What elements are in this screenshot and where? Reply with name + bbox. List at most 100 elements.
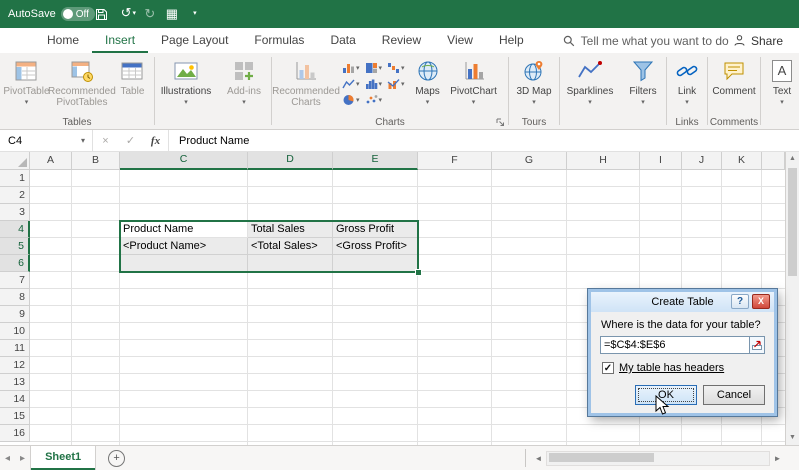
sparklines-button[interactable]: Sparklines ▾ xyxy=(562,55,618,106)
row-header-1[interactable]: 1 xyxy=(0,170,30,187)
row-header-5[interactable]: 5 xyxy=(0,238,30,255)
confirm-entry-button[interactable]: ✓ xyxy=(118,134,143,147)
cancel-button[interactable]: Cancel xyxy=(703,385,765,405)
table-button[interactable]: Table xyxy=(113,55,152,97)
scroll-down-button[interactable]: ▼ xyxy=(786,431,799,445)
insert-pie-chart-button[interactable]: ▾ xyxy=(341,93,361,107)
cell-D4[interactable]: Total Sales xyxy=(251,221,331,238)
cell-C4[interactable]: Product Name xyxy=(123,221,246,238)
scroll-right-button[interactable]: ► xyxy=(770,454,785,463)
insert-function-button[interactable]: fx xyxy=(143,135,168,147)
column-header-C[interactable]: C xyxy=(120,152,248,170)
name-box[interactable]: C4 xyxy=(0,135,74,147)
row-header-14[interactable]: 14 xyxy=(0,391,30,408)
undo-button[interactable]: ↺▾ xyxy=(117,0,139,30)
cell-E4[interactable]: Gross Profit xyxy=(336,221,416,238)
recommended-charts-button[interactable]: Recommended Charts xyxy=(274,55,338,108)
column-header-K[interactable]: K xyxy=(722,152,762,170)
cancel-entry-button[interactable]: × xyxy=(93,135,118,147)
headers-checkbox-label[interactable]: My table has headers xyxy=(619,362,724,374)
sheet-nav-right-icon[interactable]: ▸ xyxy=(15,453,30,464)
row-header-8[interactable]: 8 xyxy=(0,289,30,306)
insert-line-chart-button[interactable]: ▾ xyxy=(341,77,361,91)
formula-content[interactable]: Product Name xyxy=(169,135,249,147)
tab-help[interactable]: Help xyxy=(486,28,537,53)
headers-checkbox[interactable]: ✓ xyxy=(602,362,614,374)
row-header-2[interactable]: 2 xyxy=(0,187,30,204)
row-header-7[interactable]: 7 xyxy=(0,272,30,289)
autosave-pill[interactable]: Off xyxy=(61,7,95,21)
redo-button[interactable]: ↻ xyxy=(139,0,161,28)
pivotchart-button[interactable]: PivotChart ▾ xyxy=(447,55,501,106)
recommended-pivottables-button[interactable]: Recommended PivotTables xyxy=(51,55,113,108)
tab-data[interactable]: Data xyxy=(317,28,368,53)
pivottable-button[interactable]: PivotTable ▾ xyxy=(2,55,51,106)
cell-C5[interactable]: <Product Name> xyxy=(123,238,246,255)
dialog-close-button[interactable]: X xyxy=(752,294,770,309)
row-header-15[interactable]: 15 xyxy=(0,408,30,425)
vertical-scroll-thumb[interactable] xyxy=(788,168,797,276)
insert-column-chart-button[interactable]: ▾ xyxy=(341,61,361,75)
tab-review[interactable]: Review xyxy=(369,28,434,53)
customize-quick-access-button[interactable]: ▾ xyxy=(183,0,205,30)
horizontal-scroll-track[interactable] xyxy=(546,451,770,466)
name-box-caret-icon[interactable]: ▾ xyxy=(74,136,92,145)
column-header-B[interactable]: B xyxy=(72,152,120,170)
cell-E5[interactable]: <Gross Profit> xyxy=(336,238,416,255)
column-header-E[interactable]: E xyxy=(333,152,418,170)
tab-home[interactable]: Home xyxy=(34,28,92,53)
autosave-toggle[interactable]: AutoSave Off xyxy=(8,7,95,21)
tell-me-search[interactable]: Tell me what you want to do xyxy=(563,28,729,53)
touch-mouse-mode-button[interactable]: ▦ xyxy=(161,0,183,28)
scroll-left-button[interactable]: ◄ xyxy=(531,454,546,463)
insert-combo-chart-button[interactable]: ▾ xyxy=(386,77,406,91)
collapse-dialog-button[interactable] xyxy=(750,336,765,354)
column-header-H[interactable]: H xyxy=(567,152,640,170)
new-sheet-button[interactable]: + xyxy=(108,450,125,467)
row-header-11[interactable]: 11 xyxy=(0,340,30,357)
column-header-F[interactable]: F xyxy=(418,152,492,170)
sheet-tab-sheet1[interactable]: Sheet1 xyxy=(30,446,96,470)
row-header-13[interactable]: 13 xyxy=(0,374,30,391)
addins-button[interactable]: Add-ins ▾ xyxy=(219,55,269,106)
row-header-12[interactable]: 12 xyxy=(0,357,30,374)
horizontal-scrollbar[interactable]: ◄ ► xyxy=(531,451,785,466)
row-header-9[interactable]: 9 xyxy=(0,306,30,323)
column-header-J[interactable]: J xyxy=(682,152,722,170)
table-range-input[interactable] xyxy=(600,336,750,354)
column-header-I[interactable]: I xyxy=(640,152,682,170)
insert-waterfall-chart-button[interactable]: ▾ xyxy=(386,61,406,75)
maps-button[interactable]: Maps ▾ xyxy=(409,55,447,106)
dialog-help-button[interactable]: ? xyxy=(731,294,749,309)
column-header-G[interactable]: G xyxy=(492,152,567,170)
horizontal-scroll-thumb[interactable] xyxy=(549,453,654,462)
3d-map-button[interactable]: 3D Map ▾ xyxy=(511,55,557,106)
tab-formulas[interactable]: Formulas xyxy=(241,28,317,53)
row-header-6[interactable]: 6 xyxy=(0,255,30,272)
row-header-10[interactable]: 10 xyxy=(0,323,30,340)
tab-page-layout[interactable]: Page Layout xyxy=(148,28,241,53)
select-all-corner[interactable] xyxy=(0,152,30,170)
fill-handle[interactable] xyxy=(415,269,422,276)
comment-button[interactable]: Comment xyxy=(710,55,758,97)
row-header-4[interactable]: 4 xyxy=(0,221,30,238)
ok-button[interactable]: OK xyxy=(635,385,697,405)
insert-statistic-chart-button[interactable]: ▾ xyxy=(364,77,384,91)
row-header-3[interactable]: 3 xyxy=(0,204,30,221)
filters-button[interactable]: Filters ▾ xyxy=(622,55,664,106)
scroll-up-button[interactable]: ▲ xyxy=(786,152,799,166)
text-button[interactable]: A Text ▾ xyxy=(763,55,799,106)
insert-hierarchy-chart-button[interactable]: ▾ xyxy=(364,61,384,75)
vertical-scrollbar[interactable]: ▲ ▼ xyxy=(785,152,799,445)
tab-view[interactable]: View xyxy=(434,28,486,53)
share-button[interactable]: Share xyxy=(733,28,783,53)
illustrations-button[interactable]: Illustrations ▾ xyxy=(157,55,215,106)
sheet-nav-left-icon[interactable]: ◂ xyxy=(0,453,15,464)
link-button[interactable]: Link ▾ xyxy=(669,55,705,106)
column-header-A[interactable]: A xyxy=(30,152,72,170)
row-header-16[interactable]: 16 xyxy=(0,425,30,442)
tab-insert[interactable]: Insert xyxy=(92,28,148,53)
save-button[interactable] xyxy=(95,8,117,21)
insert-scatter-chart-button[interactable]: ▾ xyxy=(364,93,384,107)
cell-D5[interactable]: <Total Sales> xyxy=(251,238,331,255)
